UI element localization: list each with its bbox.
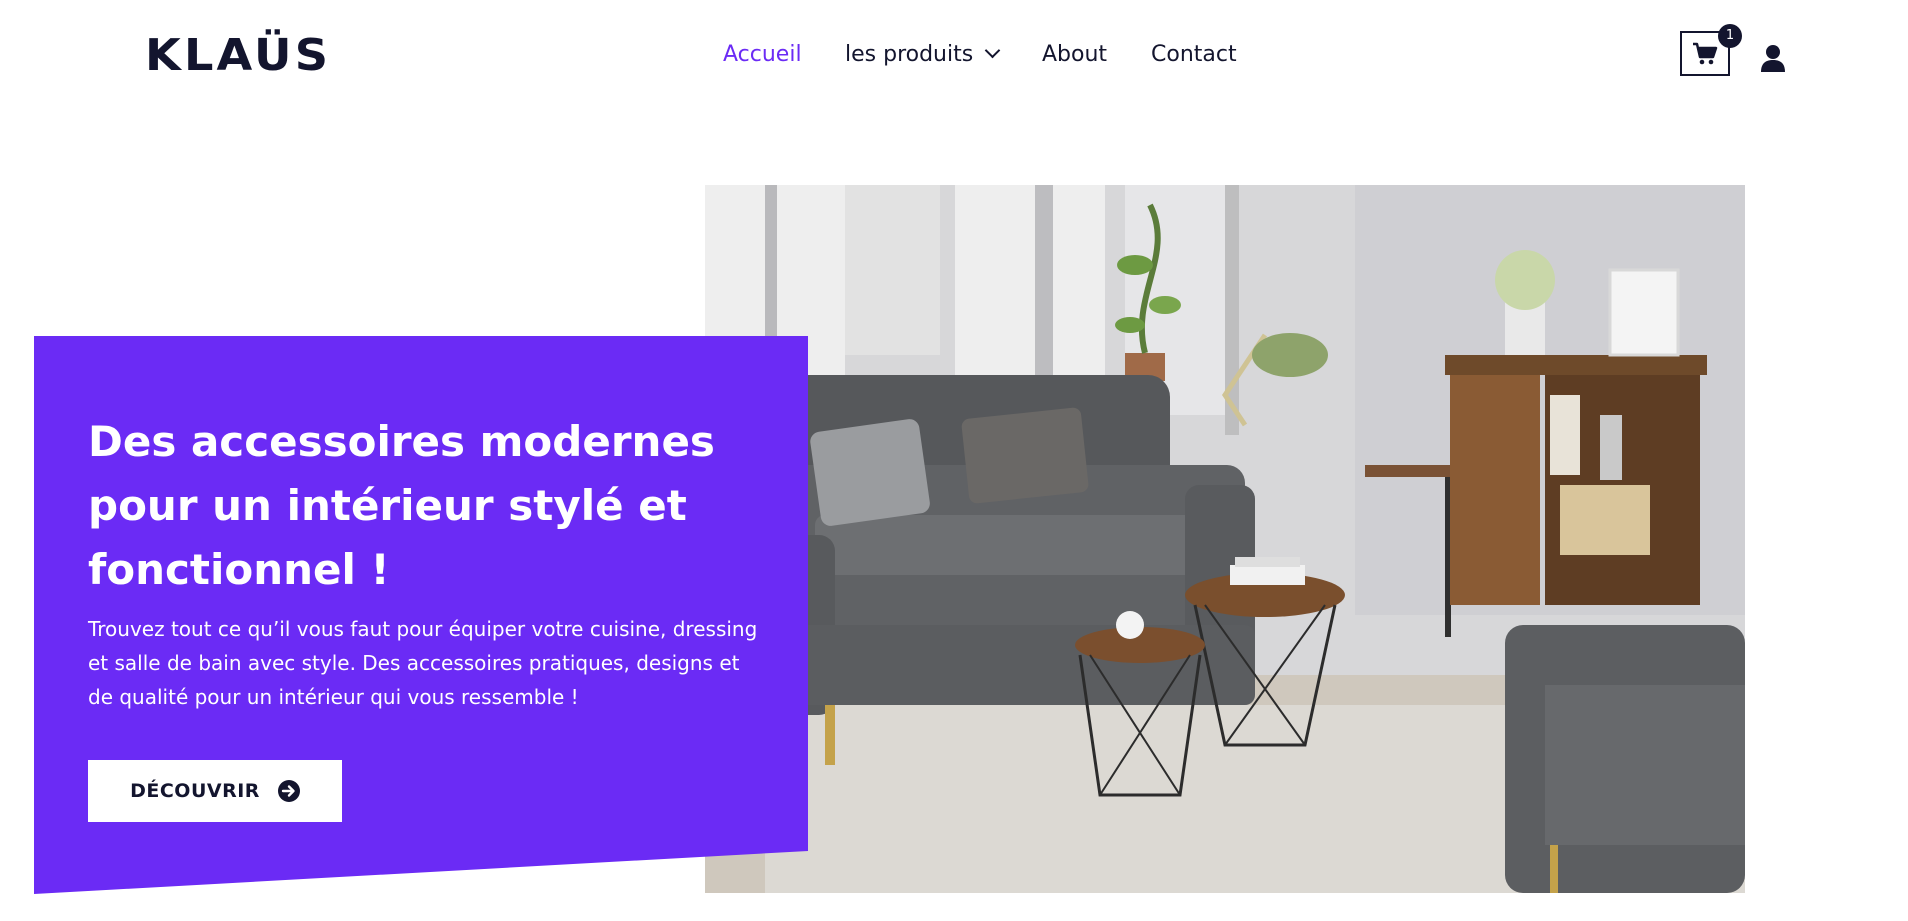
nav-contact[interactable]: Contact: [1151, 40, 1237, 70]
hero-title: Des accessoires modernes pour un intérie…: [88, 417, 715, 594]
decouvrir-button-label: DÉCOUVRIR: [130, 780, 260, 802]
decouvrir-button[interactable]: DÉCOUVRIR: [88, 760, 342, 822]
nav-accueil[interactable]: Accueil: [723, 40, 802, 70]
nav-les-produits[interactable]: les produits: [845, 40, 1001, 70]
shopping-cart-icon: [1693, 42, 1718, 64]
site-logo[interactable]: KLAÜS: [145, 34, 331, 78]
hero-banner: Des accessoires modernes pour un intérie…: [34, 336, 808, 894]
page: KLAÜS Accueil les produits About Contact…: [0, 0, 1908, 921]
chevron-down-icon: [984, 42, 1001, 59]
hero-description: Trouvez tout ce qu’il vous faut pour équ…: [88, 617, 758, 709]
cart-count-badge: 1: [1718, 24, 1742, 48]
living-room-illustration: [705, 185, 1745, 893]
nav-about[interactable]: About: [1042, 40, 1107, 70]
nav-les-produits-label: les produits: [845, 42, 974, 67]
user-icon[interactable]: [1760, 44, 1786, 72]
living-room-photo: [705, 185, 1745, 893]
arrow-circle-right-icon: [277, 780, 300, 802]
